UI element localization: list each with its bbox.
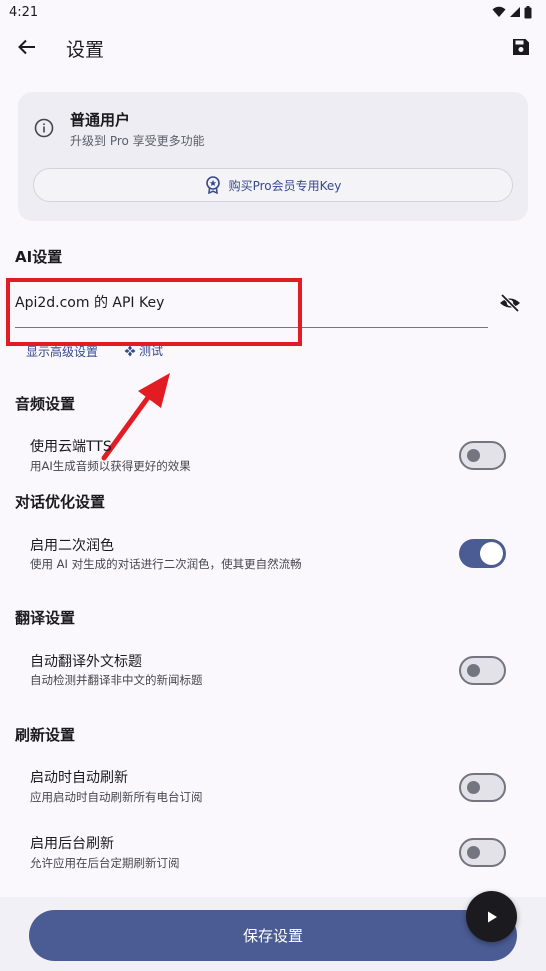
user-plan-title: 普通用户: [70, 111, 131, 129]
app-bar: 设置: [0, 26, 546, 70]
floppy-disk-icon: [513, 39, 529, 55]
background-refresh-title: 启用后台刷新: [30, 836, 114, 852]
refresh-on-start-subtitle: 应用启动时自动刷新所有电台订阅: [30, 790, 203, 804]
toggle-visibility-button[interactable]: [496, 289, 524, 317]
play-icon: [487, 911, 497, 922]
toggle-knob: [480, 542, 503, 565]
auto-translate-subtitle: 自动检测并翻译非中文的新闻标题: [30, 673, 203, 687]
section-title-translate: 翻译设置: [15, 609, 76, 627]
play-button[interactable]: [466, 891, 517, 942]
section-title-refresh: 刷新设置: [15, 726, 76, 744]
polish-title: 启用二次润色: [30, 538, 114, 554]
page-title: 设置: [66, 39, 105, 61]
section-title-ai: AI设置: [15, 248, 63, 266]
eye-off-icon: [500, 294, 520, 312]
api-test-icon: [124, 345, 136, 356]
toggle-knob: [467, 846, 480, 859]
award-badge-icon: [205, 176, 220, 194]
refresh-on-start-toggle[interactable]: [459, 773, 506, 802]
user-plan-card: 普通用户 升级到 Pro 享受更多功能 购买Pro会员专用Key: [18, 92, 528, 221]
cloud-tts-toggle[interactable]: [459, 441, 506, 470]
auto-translate-toggle[interactable]: [459, 656, 506, 685]
background-refresh-toggle[interactable]: [459, 838, 506, 867]
auto-translate-title: 自动翻译外文标题: [30, 654, 142, 670]
signal-icon: [510, 7, 520, 17]
polish-subtitle: 使用 AI 对生成的对话进行二次润色，使其更自然流畅: [30, 557, 302, 571]
arrow-left-icon: [18, 39, 35, 55]
section-title-dialog: 对话优化设置: [15, 493, 106, 511]
cloud-tts-title: 使用云端TTS: [30, 439, 112, 455]
save-icon-button[interactable]: [506, 32, 536, 62]
info-icon: [34, 118, 54, 138]
section-title-audio: 音频设置: [15, 395, 76, 413]
annotation-highlight-box: [6, 278, 302, 346]
polish-toggle[interactable]: [459, 539, 506, 568]
status-time: 4:21: [9, 4, 39, 20]
toggle-knob: [467, 664, 480, 677]
status-icons: [492, 5, 532, 19]
buy-pro-key-button[interactable]: 购买Pro会员专用Key: [33, 168, 513, 202]
buy-pro-key-label: 购买Pro会员专用Key: [228, 178, 342, 193]
background-refresh-subtitle: 允许应用在后台定期刷新订阅: [30, 856, 180, 870]
wifi-icon: [492, 6, 506, 17]
toggle-knob: [467, 781, 480, 794]
toggle-knob: [467, 449, 480, 462]
cloud-tts-subtitle: 用AI生成音频以获得更好的效果: [30, 459, 191, 473]
save-settings-button[interactable]: 保存设置: [29, 910, 517, 961]
back-button[interactable]: [12, 32, 42, 62]
status-bar: 4:21: [0, 0, 546, 24]
user-plan-subtitle: 升级到 Pro 享受更多功能: [70, 134, 205, 148]
battery-icon: [524, 5, 532, 18]
refresh-on-start-title: 启动时自动刷新: [30, 770, 128, 786]
